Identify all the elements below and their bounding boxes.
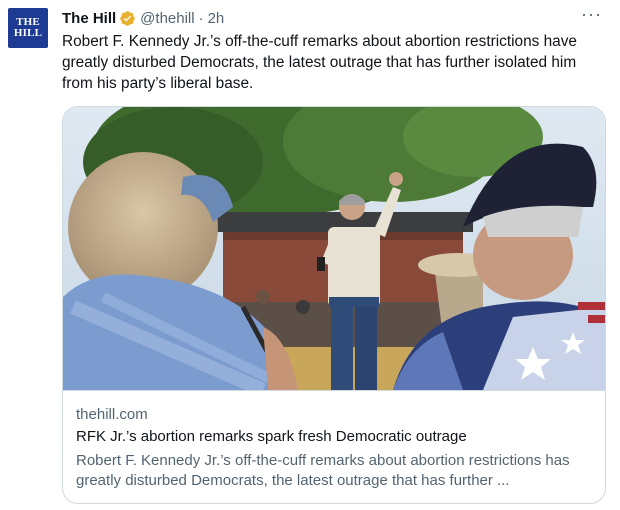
- link-title: RFK Jr.’s abortion remarks spark fresh D…: [76, 428, 467, 445]
- link-domain: thehill.com: [76, 406, 148, 423]
- link-card[interactable]: thehill.com RFK Jr.’s abortion remarks s…: [62, 106, 606, 504]
- tweet-text: Robert F. Kennedy Jr.’s off-the-cuff rem…: [62, 33, 577, 92]
- link-description: Robert F. Kennedy Jr.’s off-the-cuff rem…: [76, 452, 570, 489]
- tweet-header: The Hill @thehill · 2h: [62, 7, 224, 29]
- photo-rally-image: [63, 107, 605, 390]
- tweet[interactable]: THE HILL The Hill @thehill · 2h ··· Robe…: [0, 0, 620, 510]
- avatar[interactable]: THE HILL: [8, 8, 48, 48]
- author-name[interactable]: The Hill: [62, 10, 116, 27]
- author-handle[interactable]: @thehill: [140, 10, 194, 27]
- more-options-icon[interactable]: ···: [581, 4, 602, 25]
- header-separator: ·: [198, 9, 204, 27]
- link-card-body[interactable]: thehill.com RFK Jr.’s abortion remarks s…: [63, 390, 605, 503]
- avatar-text-hill: HILL: [13, 27, 43, 39]
- verified-badge-icon[interactable]: [119, 10, 136, 27]
- tweet-timestamp[interactable]: 2h: [208, 10, 225, 27]
